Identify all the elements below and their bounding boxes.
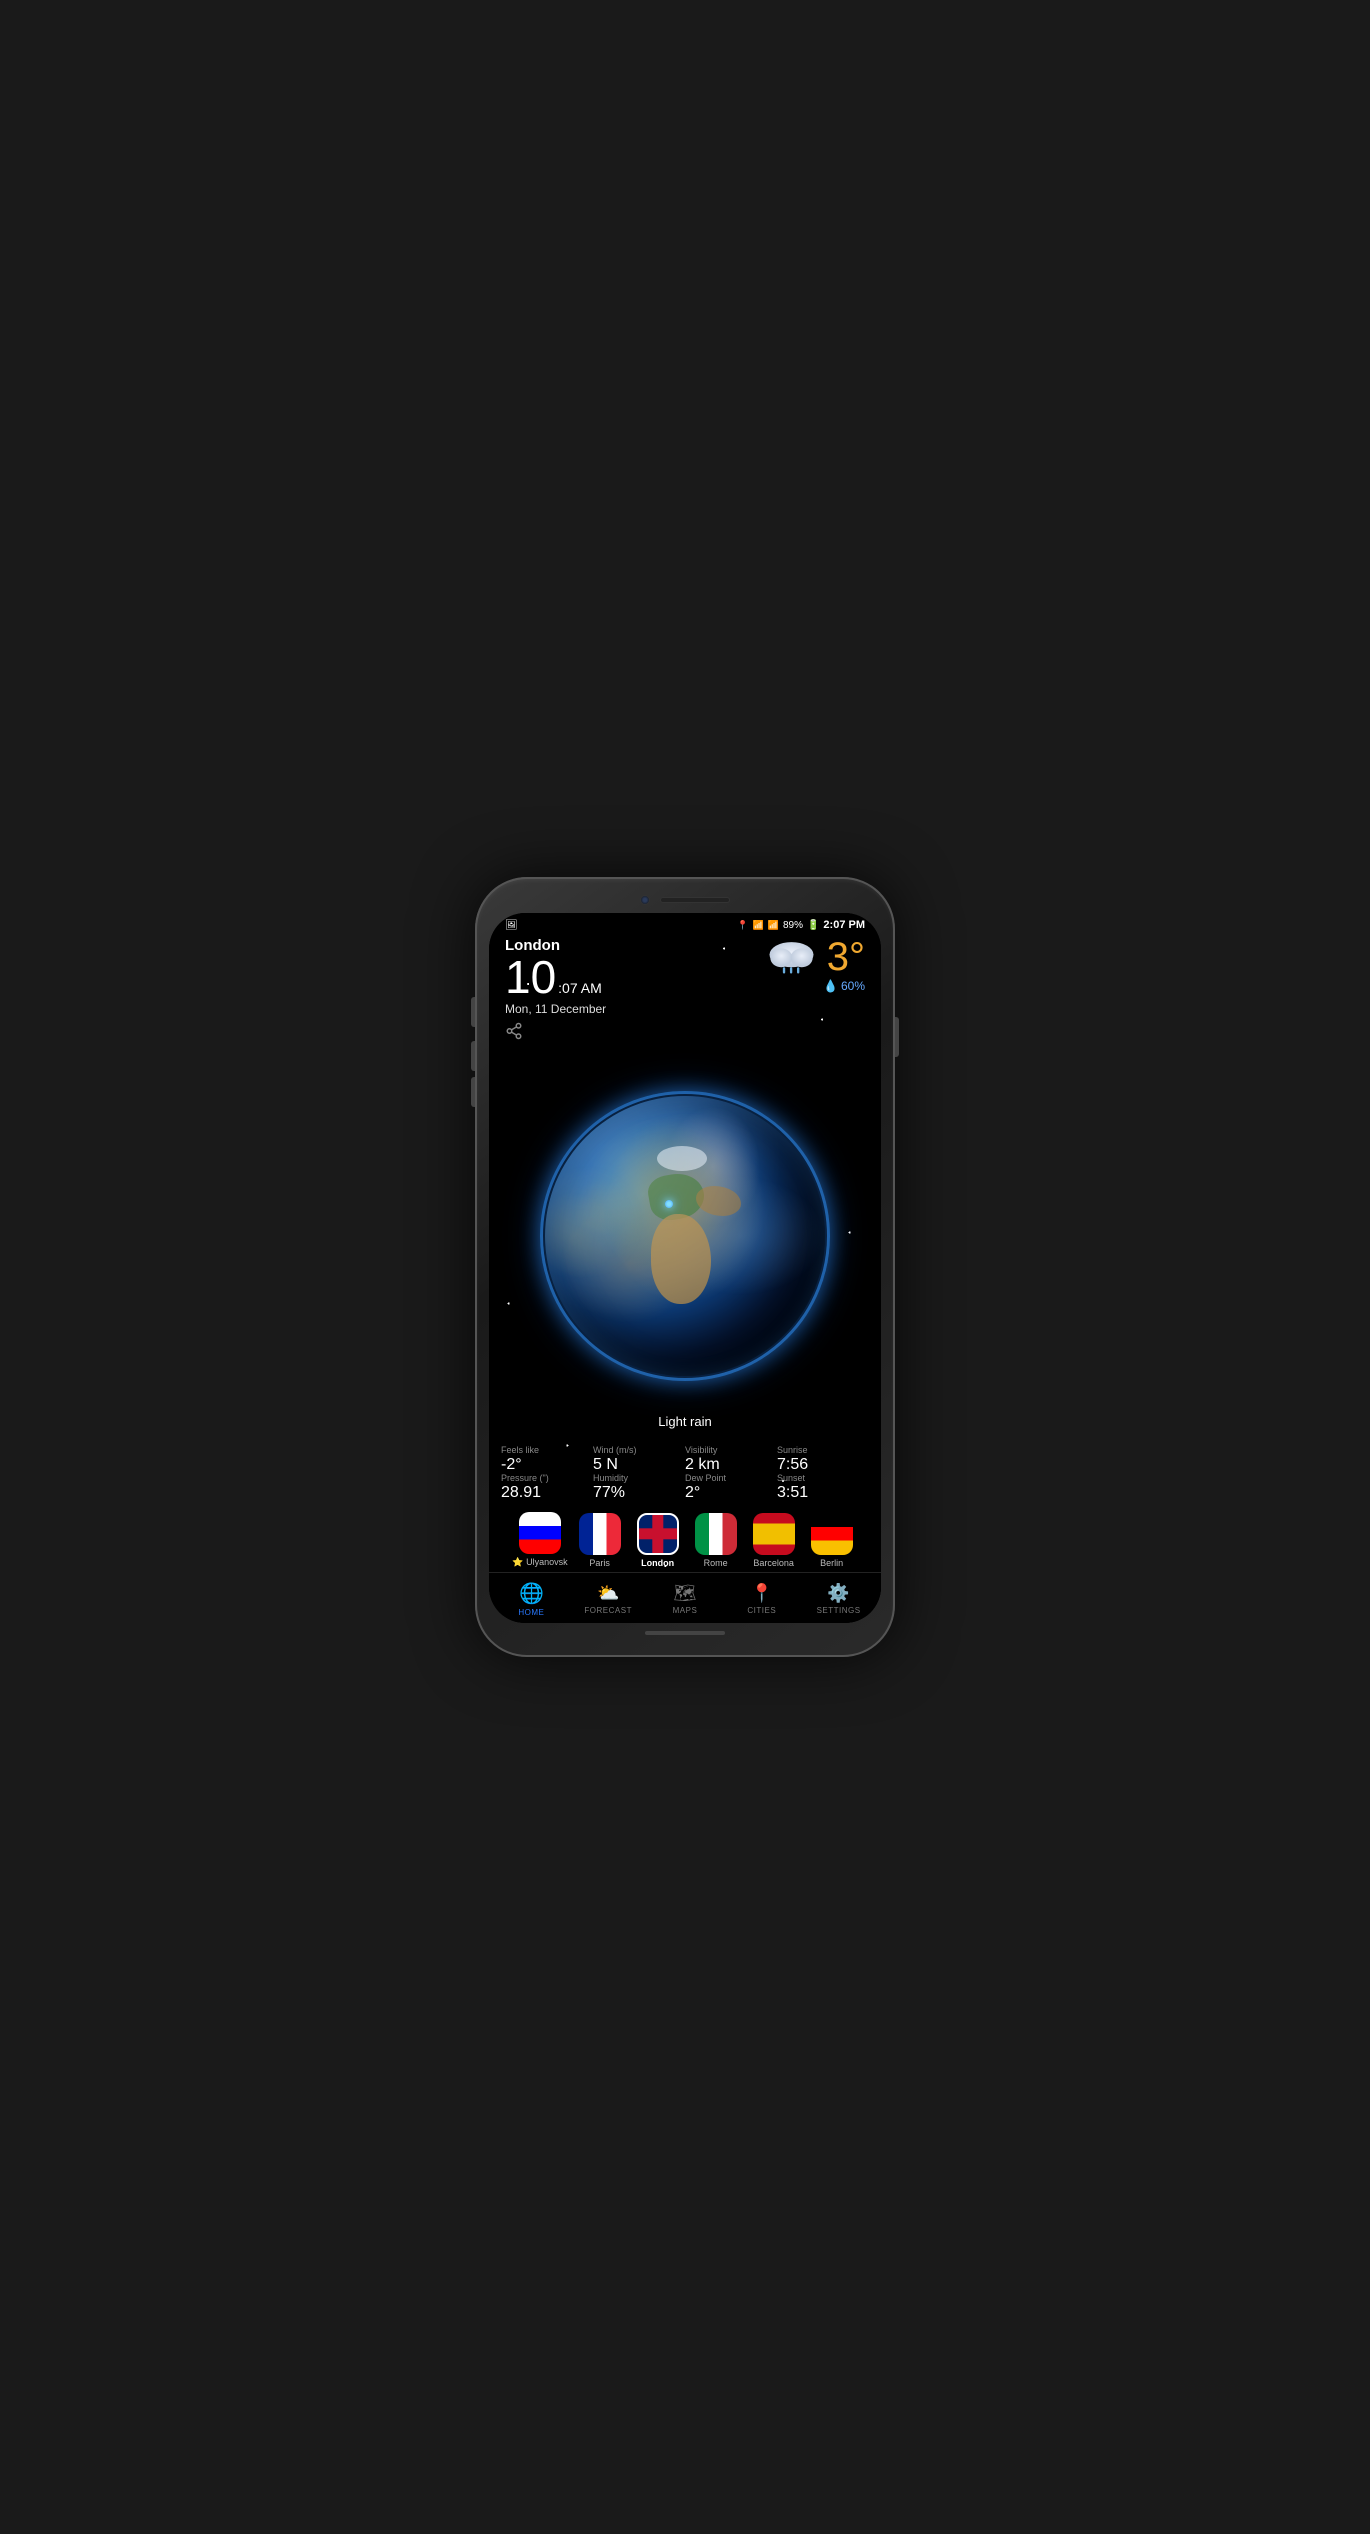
dewpoint-item: Dew Point 2°	[685, 1473, 777, 1502]
dewpoint-label: Dew Point	[685, 1473, 777, 1483]
nav-home[interactable]: 🌐 HOME	[506, 1581, 556, 1617]
battery-icon: 🔋	[807, 920, 819, 931]
screen-content: 🖼 📍 📶 📶 89% 🔋 2:07 PM London	[489, 913, 881, 1623]
feels-like-label: Feels like	[501, 1445, 593, 1455]
feels-like-value: -2°	[501, 1456, 593, 1474]
city-item-berlin[interactable]: Berlin	[806, 1513, 858, 1568]
visibility-item: Visibility 2 km	[685, 1445, 777, 1474]
cities-label: CITIES	[747, 1606, 776, 1615]
content-layer: 🖼 📍 📶 📶 89% 🔋 2:07 PM London	[489, 913, 881, 1623]
city-label-london: London	[641, 1558, 674, 1568]
status-left: 🖼	[505, 920, 518, 931]
sunset-item: Sunset 3:51	[777, 1473, 869, 1502]
status-bar: 🖼 📍 📶 📶 89% 🔋 2:07 PM	[489, 913, 881, 933]
date-display: Mon, 11 December	[505, 1002, 606, 1016]
pressure-item: Pressure (") 28.91	[501, 1473, 593, 1502]
uk-cross	[639, 1515, 677, 1553]
globe-glow	[540, 1091, 830, 1381]
wifi-icon: 📶	[753, 920, 764, 931]
cities-icon: 📍	[751, 1583, 773, 1604]
flag-uk	[637, 1513, 679, 1555]
pressure-label: Pressure (")	[501, 1473, 593, 1483]
visibility-label: Visibility	[685, 1445, 777, 1455]
share-button[interactable]	[505, 1022, 606, 1045]
time-minutes: :07 AM	[558, 980, 602, 996]
time-hours: 10	[505, 954, 556, 1000]
signal-icon: 📶	[768, 920, 779, 931]
wind-item: Wind (m/s) 5 N	[593, 1445, 685, 1474]
city-label-paris: Paris	[589, 1558, 610, 1568]
home-icon: 🌐	[519, 1581, 544, 1606]
nav-maps[interactable]: 🗺 MAPS	[660, 1583, 710, 1615]
weather-details: Feels like -2° Wind (m/s) 5 N Visibility…	[489, 1437, 881, 1506]
maps-icon: 🗺	[674, 1583, 697, 1604]
city-item-ulyanovsk[interactable]: ⭐ Ulyanovsk	[512, 1512, 567, 1568]
weather-cloud-icon	[764, 937, 819, 977]
sunrise-value: 7:56	[777, 1456, 869, 1474]
flag-spain	[753, 1513, 795, 1555]
sunrise-item: Sunrise 7:56	[777, 1445, 869, 1474]
flag-france	[579, 1513, 621, 1555]
precipitation-display: 💧 60%	[823, 979, 865, 993]
nav-forecast[interactable]: ⛅ FORECAST	[583, 1583, 633, 1615]
dewpoint-value: 2°	[685, 1484, 777, 1502]
sunset-label: Sunset	[777, 1473, 869, 1483]
city-item-london[interactable]: London	[632, 1513, 684, 1568]
city-selector: ⭐ Ulyanovsk Paris London	[489, 1506, 881, 1572]
maps-label: MAPS	[673, 1606, 698, 1615]
forecast-icon: ⛅	[597, 1583, 619, 1604]
image-icon: 🖼	[505, 920, 518, 931]
weather-icon-area: 3°	[764, 937, 865, 977]
flag-berlin	[811, 1513, 853, 1555]
location-time: London 10 :07 AM Mon, 11 December	[505, 937, 606, 1045]
humidity-value: 77%	[593, 1484, 685, 1502]
weather-condition-label: Light rain	[658, 1414, 711, 1429]
speaker-grille	[660, 897, 730, 903]
bottom-navigation: 🌐 HOME ⛅ FORECAST 🗺 MAPS 📍 CITIES	[489, 1572, 881, 1623]
sunset-value: 3:51	[777, 1484, 869, 1502]
status-right: 📍 📶 📶 89% 🔋 2:07 PM	[737, 919, 865, 931]
city-item-barcelona[interactable]: Barcelona	[748, 1513, 800, 1568]
city-item-paris[interactable]: Paris	[574, 1513, 626, 1568]
home-indicator	[645, 1631, 725, 1635]
phone-device: 🖼 📍 📶 📶 89% 🔋 2:07 PM London	[475, 877, 895, 1657]
home-label: HOME	[518, 1608, 544, 1617]
wind-value: 5 N	[593, 1456, 685, 1474]
flag-italy	[695, 1513, 737, 1555]
city-item-rome[interactable]: Rome	[690, 1513, 742, 1568]
humidity-label: Humidity	[593, 1473, 685, 1483]
city-label-barcelona: Barcelona	[753, 1558, 794, 1568]
weather-right: 3° 💧 60%	[764, 937, 865, 993]
camera-sensor	[640, 895, 650, 905]
nav-settings[interactable]: ⚙️ SETTINGS	[814, 1583, 864, 1615]
visibility-value: 2 km	[685, 1456, 777, 1474]
location-icon: 📍	[737, 920, 748, 931]
city-label-rome: Rome	[704, 1558, 728, 1568]
forecast-label: FORECAST	[584, 1606, 632, 1615]
globe-container[interactable]: Light rain	[489, 1035, 881, 1437]
battery-level: 89%	[783, 920, 803, 931]
flag-russia	[519, 1512, 561, 1554]
settings-icon: ⚙️	[827, 1583, 849, 1604]
temperature-display: 3°	[827, 937, 865, 977]
precipitation-value: 60%	[841, 979, 865, 993]
humidity-item: Humidity 77%	[593, 1473, 685, 1502]
settings-label: SETTINGS	[817, 1606, 861, 1615]
pressure-value: 28.91	[501, 1484, 593, 1502]
sunrise-label: Sunrise	[777, 1445, 869, 1455]
phone-bottom-bar	[489, 1623, 881, 1639]
wind-label: Wind (m/s)	[593, 1445, 685, 1455]
weather-top-area: London 10 :07 AM Mon, 11 December	[489, 933, 881, 1045]
nav-cities[interactable]: 📍 CITIES	[737, 1583, 787, 1615]
city-label-ulyanovsk: ⭐ Ulyanovsk	[512, 1557, 567, 1568]
city-label-berlin: Berlin	[820, 1558, 843, 1568]
phone-top-bar	[489, 895, 881, 913]
feels-like-item: Feels like -2°	[501, 1445, 593, 1474]
raindrop-icon: 💧	[823, 979, 838, 993]
time-display: 10 :07 AM	[505, 954, 606, 1000]
phone-screen: 🖼 📍 📶 📶 89% 🔋 2:07 PM London	[489, 913, 881, 1623]
status-time: 2:07 PM	[823, 919, 865, 931]
